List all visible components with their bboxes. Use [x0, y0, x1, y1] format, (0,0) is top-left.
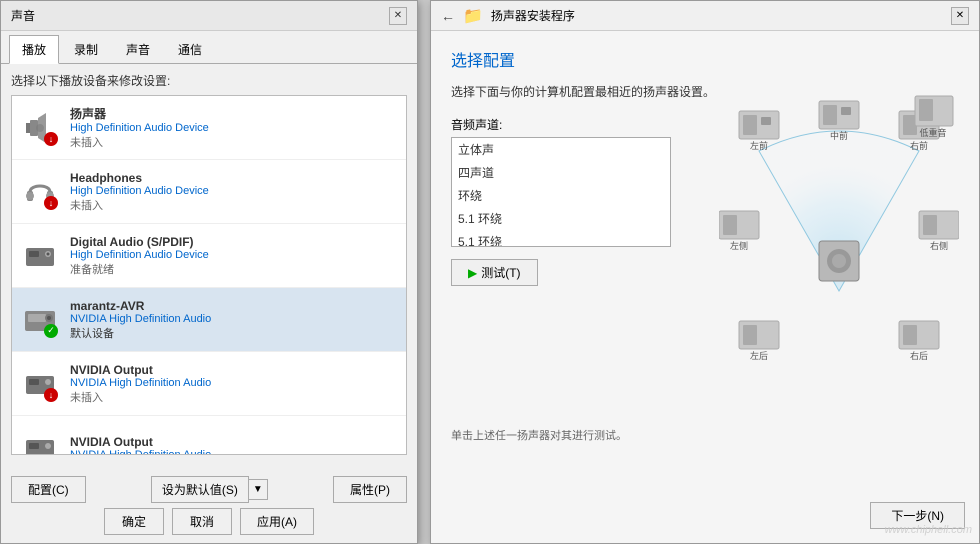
device-speaker-status: 未插入 [70, 134, 398, 150]
device-digital-name: Digital Audio (S/PDIF) [70, 235, 398, 249]
speaker-status-dot: ↓ [44, 132, 58, 146]
device-nvidia1[interactable]: ↓ NVIDIA Output NVIDIA High Definition A… [12, 352, 406, 416]
channel-quad[interactable]: 四声道 [452, 161, 670, 184]
click-hint: 单击上述任一扬声器对其进行测试。 [451, 427, 739, 443]
set-default-button[interactable]: 设为默认值(S) [151, 476, 249, 503]
device-nvidia2-name: NVIDIA Output [70, 435, 398, 449]
play-icon: ▶ [468, 266, 477, 280]
setup-titlebar: ← 📁 扬声器安装程序 ✕ [431, 1, 979, 31]
device-digital-icon [20, 236, 60, 276]
device-nvidia1-driver: NVIDIA High Definition Audio [70, 377, 398, 389]
channel-dropdown: 立体声 四声道 环绕 5.1 环绕 5.1 环绕 7.1 环绕 Dolby At… [451, 137, 671, 247]
device-marantz-driver: NVIDIA High Definition Audio [70, 313, 398, 325]
device-marantz-name: marantz-AVR [70, 299, 398, 313]
svg-text:右侧: 右侧 [930, 240, 948, 251]
tab-communications[interactable]: 通信 [165, 35, 215, 63]
folder-icon: 📁 [463, 6, 483, 26]
device-headphones-driver: High Definition Audio Device [70, 185, 398, 197]
device-headphones-icon: ↓ [20, 172, 60, 212]
device-digital-status: 准备就绪 [70, 261, 398, 277]
svg-text:左后: 左后 [750, 350, 768, 361]
set-default-group: 设为默认值(S) ▼ [151, 476, 268, 503]
device-nvidia1-status: 未插入 [70, 389, 398, 405]
marantz-status-dot: ✓ [44, 324, 58, 338]
sound-tabs: 播放 录制 声音 通信 [1, 31, 417, 64]
properties-button[interactable]: 属性(P) [333, 476, 407, 503]
device-marantz-status: 默认设备 [70, 325, 398, 341]
sound-action-buttons: 配置(C) 设为默认值(S) ▼ 属性(P) [1, 476, 417, 503]
svg-text:中前: 中前 [830, 130, 848, 141]
device-digital-driver: High Definition Audio Device [70, 249, 398, 261]
sound-close-button[interactable]: ✕ [389, 7, 407, 25]
apply-button[interactable]: 应用(A) [240, 508, 314, 535]
device-nvidia2-info: NVIDIA Output NVIDIA High Definition Aud… [70, 435, 398, 456]
svg-text:左侧: 左侧 [730, 240, 748, 251]
setup-body: 选择配置 选择下面与你的计算机配置最相近的扬声器设置。 音频声道: 立体声 四声… [431, 31, 979, 543]
device-headphones-status: 未插入 [70, 197, 398, 213]
device-speaker-driver: High Definition Audio Device [70, 122, 398, 134]
device-headphones[interactable]: ↓ Headphones High Definition Audio Devic… [12, 160, 406, 224]
device-marantz-info: marantz-AVR NVIDIA High Definition Audio… [70, 299, 398, 341]
set-default-arrow[interactable]: ▼ [249, 479, 268, 500]
setup-title-content: ← 📁 扬声器安装程序 [441, 6, 575, 26]
device-speaker[interactable]: ↓ 扬声器 High Definition Audio Device 未插入 [12, 96, 406, 160]
test-button[interactable]: ▶ 测试(T) [451, 259, 538, 286]
setup-close-button[interactable]: ✕ [951, 7, 969, 25]
cancel-button[interactable]: 取消 [172, 508, 232, 535]
device-headphones-info: Headphones High Definition Audio Device … [70, 171, 398, 213]
channel-51b[interactable]: 5.1 环绕 [452, 230, 670, 247]
device-headphones-name: Headphones [70, 171, 398, 185]
speaker-diagram: 左前 中前 右前 低重音 左侧 右侧 左后 右后 [719, 91, 959, 401]
channel-stereo[interactable]: 立体声 [452, 138, 670, 161]
nvidia2-svg [22, 430, 58, 456]
headphones-status-dot: ↓ [44, 196, 58, 210]
diagram-container: 左前 中前 右前 低重音 左侧 右侧 左后 右后 [719, 91, 959, 371]
svg-text:低重音: 低重音 [919, 127, 946, 138]
back-arrow-icon[interactable]: ← [441, 8, 455, 24]
svg-text:左前: 左前 [750, 140, 768, 151]
channel-surround[interactable]: 环绕 [452, 184, 670, 207]
speaker-setup-dialog: ← 📁 扬声器安装程序 ✕ 选择配置 选择下面与你的计算机配置最相近的扬声器设置… [430, 0, 980, 544]
device-nvidia1-info: NVIDIA Output NVIDIA High Definition Aud… [70, 363, 398, 405]
device-nvidia2-driver: NVIDIA High Definition Audio [70, 449, 398, 456]
sound-title: 声音 [11, 7, 35, 24]
device-digital-info: Digital Audio (S/PDIF) High Definition A… [70, 235, 398, 277]
watermark: www.chiphell.com [885, 524, 972, 536]
setup-heading: 选择配置 [451, 47, 959, 71]
device-speaker-icon: ↓ [20, 108, 60, 148]
devices-panel: ↓ 扬声器 High Definition Audio Device 未插入 [11, 95, 407, 455]
device-nvidia2-icon [20, 428, 60, 456]
ok-button[interactable]: 确定 [104, 508, 164, 535]
svg-text:右前: 右前 [910, 140, 928, 151]
device-nvidia1-name: NVIDIA Output [70, 363, 398, 377]
nvidia1-status-dot: ↓ [44, 388, 58, 402]
tab-sounds[interactable]: 声音 [113, 35, 163, 63]
device-digital[interactable]: Digital Audio (S/PDIF) High Definition A… [12, 224, 406, 288]
device-nvidia2[interactable]: NVIDIA Output NVIDIA High Definition Aud… [12, 416, 406, 455]
sound-dialog: 声音 ✕ 播放 录制 声音 通信 选择以下播放设备来修改设置: ↓ [0, 0, 418, 544]
test-label: 测试(T) [481, 264, 520, 281]
svg-text:右后: 右后 [910, 350, 928, 361]
section-label: 选择以下播放设备来修改设置: [11, 72, 407, 89]
setup-title-text: 扬声器安装程序 [491, 7, 575, 24]
configure-button[interactable]: 配置(C) [11, 476, 86, 503]
digital-svg [22, 238, 58, 274]
speaker-diagram-svg: 左前 中前 右前 低重音 左侧 右侧 左后 右后 [719, 91, 959, 381]
device-nvidia1-icon: ↓ [20, 364, 60, 404]
channel-51a[interactable]: 5.1 环绕 [452, 207, 670, 230]
tab-playback[interactable]: 播放 [9, 35, 59, 64]
device-marantz[interactable]: ✓ marantz-AVR NVIDIA High Definition Aud… [12, 288, 406, 352]
device-speaker-name: 扬声器 [70, 105, 398, 122]
sound-confirm-buttons: 确定 取消 应用(A) [1, 508, 417, 535]
tab-recording[interactable]: 录制 [61, 35, 111, 63]
sound-content: 选择以下播放设备来修改设置: ↓ 扬声器 High Definition Aud… [1, 64, 417, 463]
device-speaker-info: 扬声器 High Definition Audio Device 未插入 [70, 105, 398, 150]
device-marantz-icon: ✓ [20, 300, 60, 340]
sound-titlebar: 声音 ✕ [1, 1, 417, 31]
